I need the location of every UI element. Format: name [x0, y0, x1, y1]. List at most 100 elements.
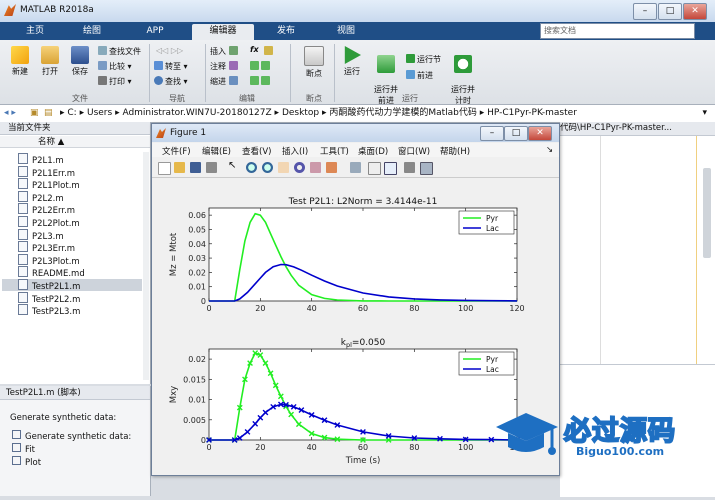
tab-home[interactable]: 主页 — [10, 24, 60, 40]
tab-apps[interactable]: APP — [124, 24, 186, 40]
minimize-button[interactable]: – — [633, 3, 657, 20]
file-list-item[interactable]: P2L2.m — [18, 190, 64, 204]
insert-function-button[interactable]: fx — [250, 45, 259, 54]
current-folder-path-bar[interactable]: ◂ ▸ ▣ ▤ ▸ C: ▸ Users ▸ Administrator.WIN… — [0, 105, 715, 123]
save-button[interactable]: 保存 — [66, 46, 94, 77]
find-files-button[interactable]: 查找文件 — [98, 46, 141, 57]
path-dropdown-arrow[interactable]: ▾ — [702, 105, 707, 122]
details-item[interactable]: Plot — [12, 456, 41, 468]
legend-icon[interactable] — [384, 162, 397, 175]
figure-maximize-button[interactable]: □ — [504, 126, 528, 141]
edit-extra-icons-3[interactable] — [250, 76, 272, 86]
brush-icon[interactable] — [326, 162, 337, 173]
insert-button[interactable]: 插入 — [210, 46, 240, 57]
menu-view[interactable]: 查看(V) — [242, 145, 271, 157]
matlab-logo-icon — [156, 128, 166, 138]
hide-plot-tools-icon[interactable] — [404, 162, 415, 173]
file-list-item[interactable]: P2L2Plot.m — [18, 216, 80, 229]
search-docs-input[interactable]: 搜索文档 — [540, 23, 695, 39]
file-name: P2L1.m — [32, 156, 64, 166]
zoom-in-icon[interactable] — [246, 162, 257, 173]
breadcrumb-segment[interactable]: 丙酮酸药代动力学建模的Matlab代码 — [329, 108, 477, 118]
run-button[interactable]: 运行 — [338, 46, 366, 77]
compare-button[interactable]: 比较 ▾ — [98, 61, 132, 72]
menu-help[interactable]: 帮助(H) — [440, 145, 470, 157]
cell-icon — [12, 456, 21, 465]
menu-tools[interactable]: 工具(T) — [320, 145, 349, 157]
tab-view[interactable]: 视图 — [318, 24, 374, 40]
find-button[interactable]: 查找 ▾ — [154, 76, 188, 87]
menu-edit[interactable]: 编辑(E) — [202, 145, 231, 157]
details-item[interactable]: Generate synthetic data: — [12, 430, 131, 442]
file-list-item[interactable]: P2L1Plot.m — [18, 178, 80, 191]
figure-minimize-button[interactable]: – — [480, 126, 504, 141]
file-list-item[interactable]: P2L1.m — [18, 153, 64, 166]
undock-arrow-icon[interactable]: ↘ — [546, 145, 553, 155]
file-list-item[interactable]: P2L3Plot.m — [18, 253, 80, 267]
comment-button[interactable]: 注释 — [210, 61, 240, 72]
file-list-item[interactable]: README.md — [18, 266, 85, 279]
menu-insert[interactable]: 插入(I) — [282, 145, 308, 157]
menu-desktop[interactable]: 桌面(D) — [358, 145, 388, 157]
file-list-item[interactable]: P2L3Err.m — [18, 241, 75, 254]
print-figure-icon[interactable] — [206, 162, 217, 173]
file-list-item[interactable]: TestP2L1.m — [18, 279, 80, 292]
data-cursor-icon[interactable] — [310, 162, 321, 173]
indent-button[interactable]: 缩进 — [210, 76, 240, 87]
file-list-item[interactable]: P2L2Err.m — [18, 203, 75, 216]
y-tick-label: 0.01 — [188, 396, 206, 405]
breadcrumb-segment[interactable]: HP-C1Pyr-PK-master — [487, 108, 577, 118]
y-tick-label: 0.05 — [188, 225, 206, 234]
breadcrumb-segment[interactable]: Users — [87, 108, 112, 118]
save-figure-icon[interactable] — [190, 162, 201, 173]
tab-plots[interactable]: 绘图 — [64, 24, 120, 40]
breakpoints-button[interactable]: 断点 — [298, 46, 330, 79]
run-section-button[interactable]: 运行节 — [406, 54, 441, 65]
close-button[interactable]: ✕ — [683, 3, 707, 20]
name-column-header[interactable]: 名称 ▲ — [0, 136, 150, 148]
m-file-icon — [18, 178, 28, 190]
edit-extra-icons-2[interactable] — [250, 61, 272, 71]
new-figure-icon[interactable] — [158, 162, 171, 175]
percent-icon — [250, 61, 259, 70]
file-list-scrollbar[interactable] — [143, 152, 149, 380]
tab-publish[interactable]: 发布 — [258, 24, 314, 40]
file-list-item[interactable]: P2L3.m — [18, 228, 64, 242]
back-arrow-icon[interactable]: ◂ ▸ — [4, 105, 16, 122]
editor-tab-path[interactable]: 代码\HP-C1Pyr-PK-master... — [560, 122, 715, 136]
colorbar-icon[interactable] — [368, 162, 381, 175]
link-plot-icon[interactable] — [350, 162, 361, 173]
file-list-item[interactable]: TestP2L2.m — [18, 291, 80, 305]
open-file-icon[interactable] — [174, 162, 185, 173]
show-plot-tools-icon[interactable] — [420, 162, 433, 175]
maximize-button[interactable]: □ — [658, 3, 682, 20]
menu-window[interactable]: 窗口(W) — [398, 145, 430, 157]
back-forward-arrows[interactable]: ◁◁ ▷▷ — [156, 46, 183, 55]
print-button[interactable]: 打印 ▾ — [98, 76, 132, 87]
open-button[interactable]: 打开 — [36, 46, 64, 77]
edit-extra-icons[interactable] — [264, 46, 275, 56]
pointer-arrow-icon[interactable]: ↖ — [228, 160, 239, 171]
figure-close-button[interactable]: ✕ — [528, 126, 552, 141]
breadcrumb-segment[interactable]: C: — [67, 108, 76, 118]
y-tick-label: 0 — [201, 297, 206, 306]
file-list-item[interactable]: TestP2L3.m — [18, 304, 80, 317]
breadcrumb-segment[interactable]: Administrator.WIN7U-20180127Z — [122, 108, 271, 118]
run-play-icon — [344, 46, 361, 64]
new-button[interactable]: 新建 — [6, 46, 34, 77]
goto-button[interactable]: 转至 ▾ — [154, 61, 188, 72]
file-list-item[interactable]: P2L1Err.m — [18, 165, 75, 179]
zoom-out-icon[interactable] — [262, 162, 273, 173]
cell-icon — [12, 443, 21, 452]
advance-button[interactable]: 前进 — [406, 70, 433, 81]
breadcrumb-segment[interactable]: Desktop — [282, 108, 319, 118]
menu-file[interactable]: 文件(F) — [162, 145, 191, 157]
rotate-3d-icon[interactable] — [294, 162, 305, 173]
pan-hand-icon[interactable] — [278, 162, 289, 173]
editor-scrollbar-thumb[interactable] — [703, 168, 711, 258]
details-item[interactable]: Fit — [12, 443, 35, 455]
browse-folder-icon[interactable]: ▤ — [44, 105, 53, 122]
m-file-icon — [18, 216, 28, 227]
folder-up-icon[interactable]: ▣ — [30, 105, 39, 122]
tab-editor[interactable]: 编辑器 — [192, 24, 254, 40]
